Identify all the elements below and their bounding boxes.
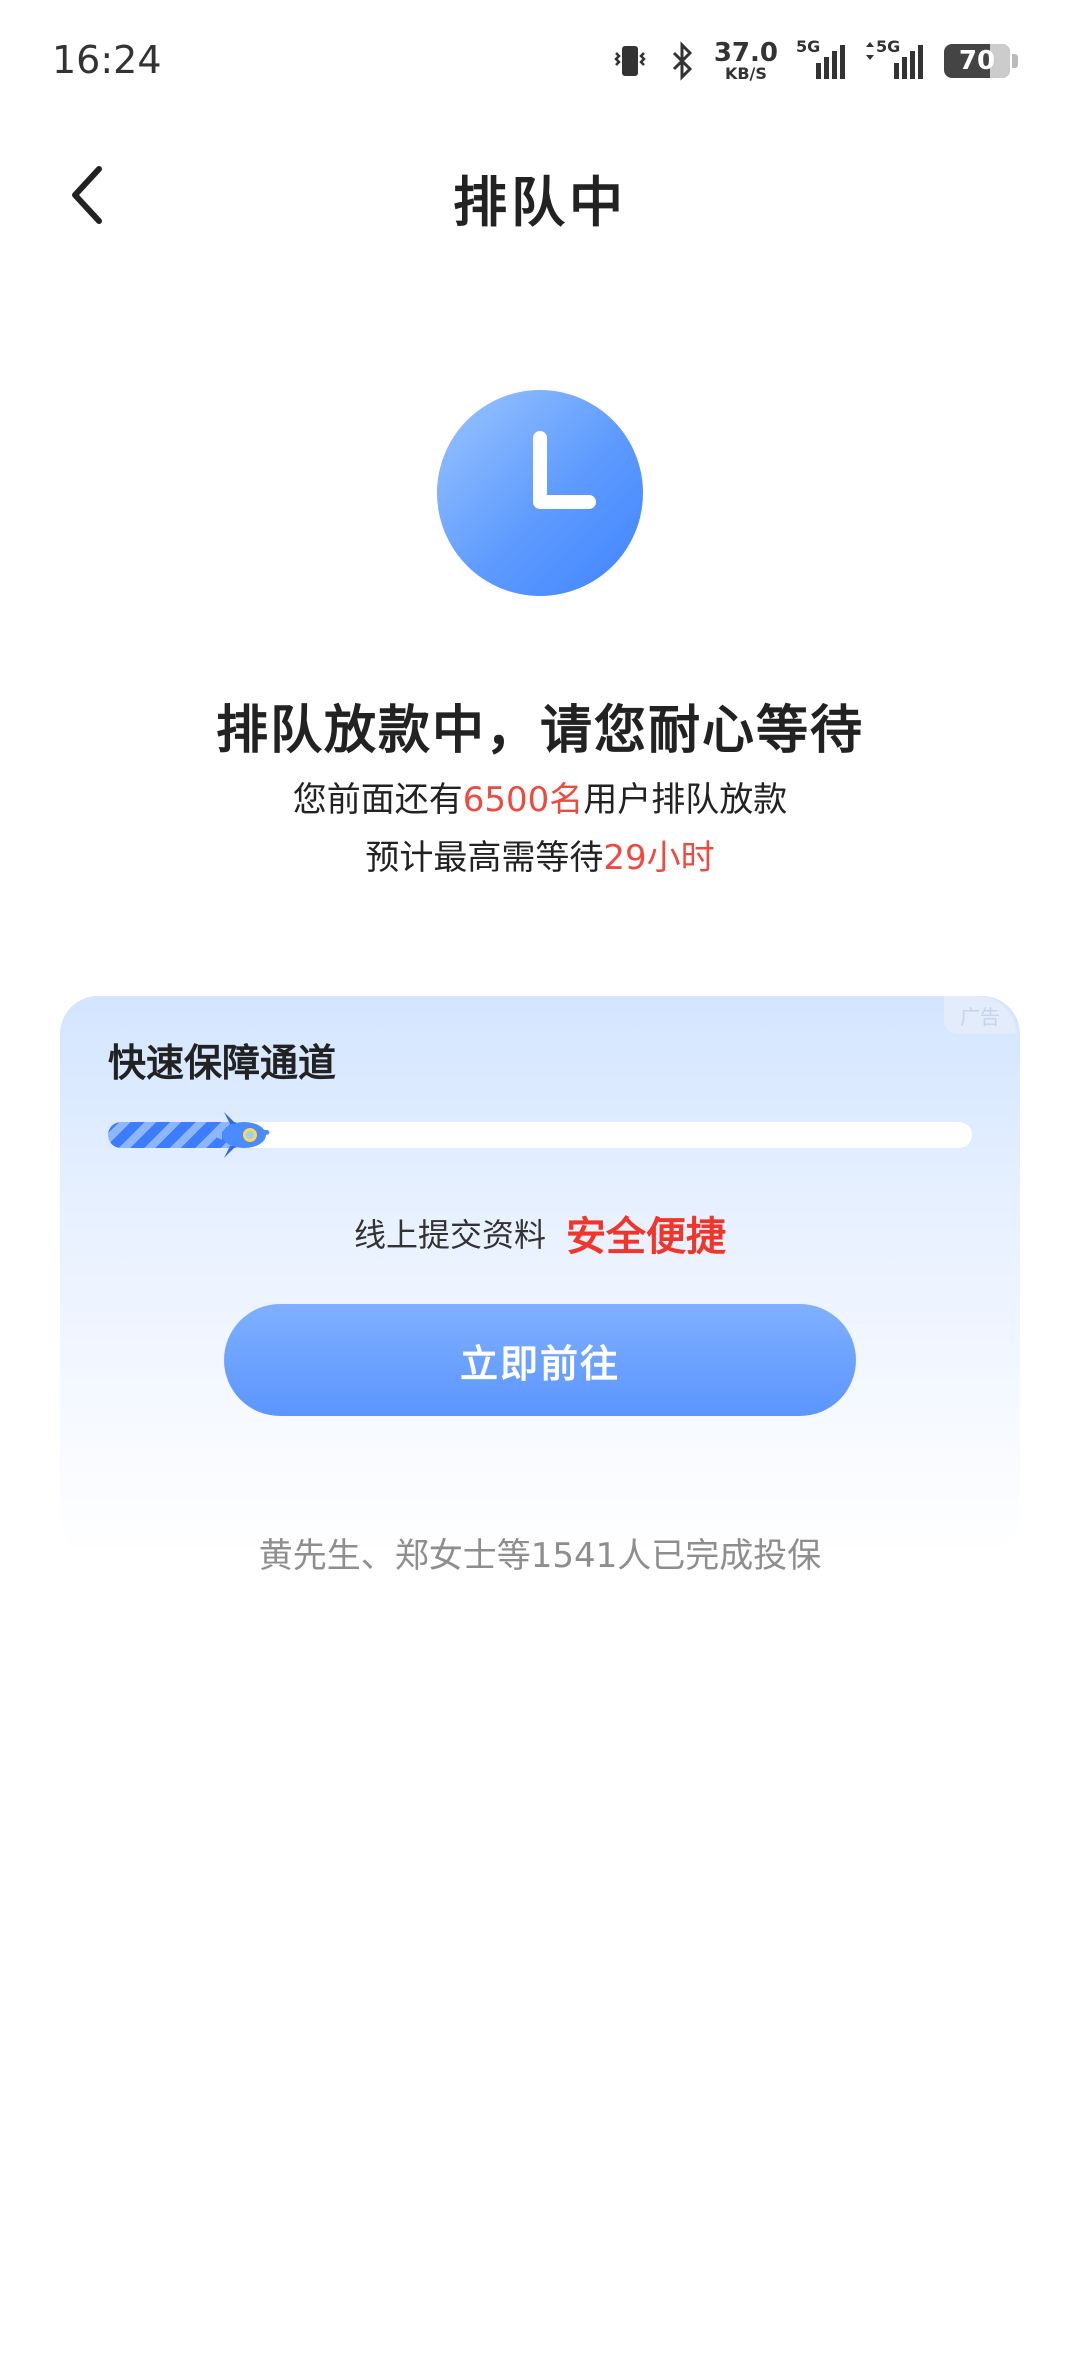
signal-bars-icon xyxy=(816,45,845,79)
signal-bars-icon xyxy=(894,45,923,79)
signal-5g-sim1: 5G xyxy=(796,37,846,81)
queue-position-prefix: 您前面还有 xyxy=(292,780,463,820)
ad-badge: 广告 xyxy=(944,996,1016,1034)
queue-wait-time: 29小时 xyxy=(603,838,715,878)
queue-wait-text: 预计最高需等待29小时 xyxy=(0,830,1080,879)
promo-tagline: 线上提交资料 安全便捷 xyxy=(60,1204,1020,1262)
promo-card: 广告 快速保障通道 线上提交资料 安全便捷 立即前往 xyxy=(60,996,1020,1556)
promo-tag-strong: 安全便捷 xyxy=(566,1214,726,1260)
network-speed: 37.0 KB/S xyxy=(714,40,778,82)
promo-card-title: 快速保障通道 xyxy=(108,1041,337,1085)
go-now-button[interactable]: 立即前往 xyxy=(224,1304,856,1416)
completed-users-note: 黄先生、郑女士等1541人已完成投保 xyxy=(258,1536,822,1576)
queue-count: 6500名 xyxy=(462,780,584,820)
status-bar: 16:24 37.0 KB/S 5G 5G 70 xyxy=(0,0,1080,130)
vibrate-icon xyxy=(614,46,646,76)
page-title: 排队中 xyxy=(453,171,627,234)
queue-wait-prefix: 预计最高需等待 xyxy=(365,838,604,878)
queue-position-text: 您前面还有6500名用户排队放款 xyxy=(0,772,1080,821)
status-time: 16:24 xyxy=(52,38,162,82)
rocket-icon xyxy=(212,1112,270,1158)
battery-icon: 70 xyxy=(944,44,1018,78)
queue-position-suffix: 用户排队放款 xyxy=(583,780,788,820)
battery-percent: 70 xyxy=(958,46,996,76)
clock-icon xyxy=(437,390,643,596)
app-header: 排队中 xyxy=(0,130,1080,260)
queue-headline: 排队放款中，请您耐心等待 xyxy=(215,701,864,761)
progress-bar xyxy=(108,1112,972,1158)
promo-tag-plain: 线上提交资料 xyxy=(353,1216,546,1254)
bluetooth-icon xyxy=(672,41,692,81)
network-speed-value: 37.0 xyxy=(713,38,778,68)
signal-5g-sim2: 5G xyxy=(864,37,926,81)
network-speed-unit: KB/S xyxy=(724,64,767,83)
status-icons: 37.0 KB/S 5G 5G 70 xyxy=(610,37,1018,82)
